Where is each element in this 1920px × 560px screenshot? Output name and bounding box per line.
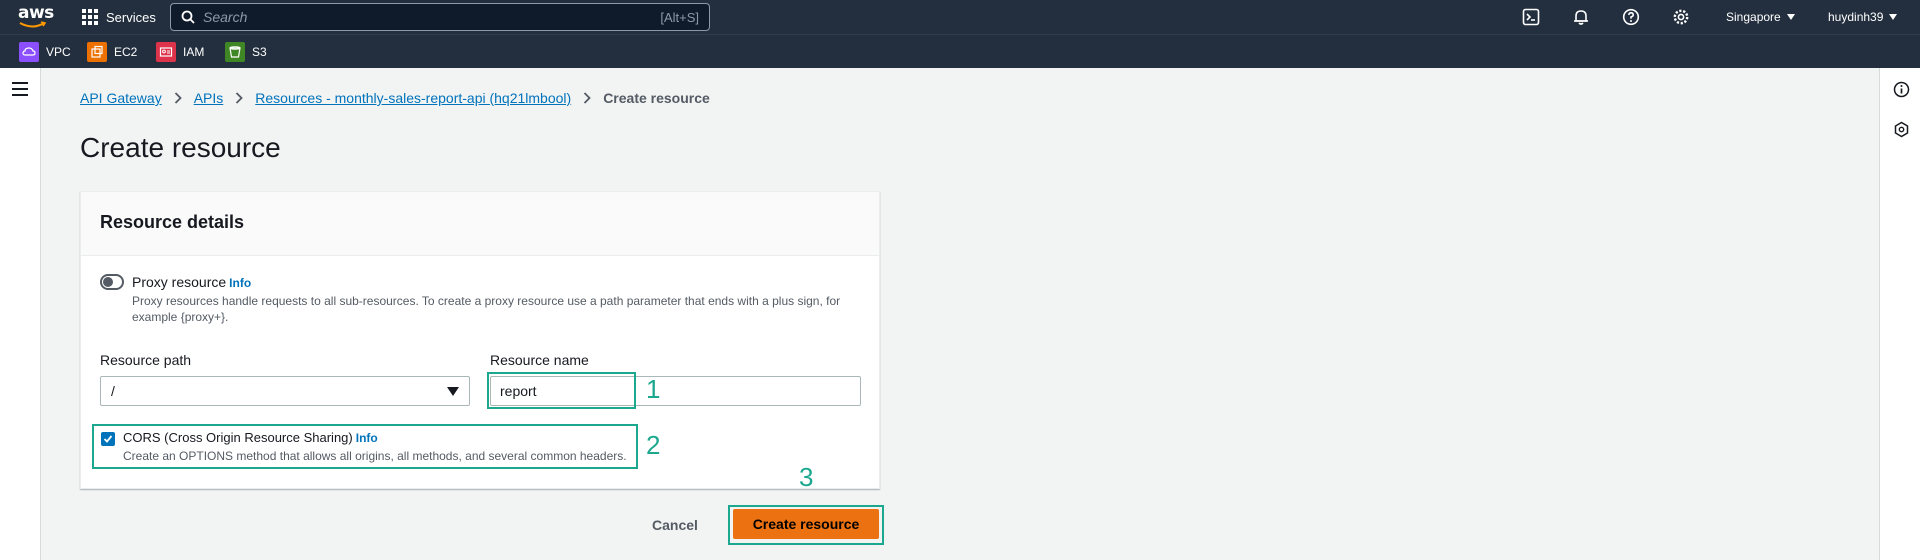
account-username: huydinh39 [1828,10,1884,24]
favorite-iam-label: IAM [183,45,205,59]
services-grid-icon [82,9,98,25]
favorite-vpc-label: VPC [46,45,71,59]
toggle-knob [103,277,113,287]
top-navigation: aws Services [Alt+S] Singapore huydin [0,0,1920,34]
resource-path-select[interactable]: / [100,376,470,406]
breadcrumb-chevron-icon [174,92,182,104]
menu-hamburger-icon[interactable] [12,82,28,96]
favorite-ec2-label: EC2 [114,45,138,59]
search-icon [181,10,195,24]
page-title: Create resource [80,132,281,163]
services-label: Services [106,9,156,25]
left-navigation-rail [0,68,41,560]
search-bar[interactable]: [Alt+S] [170,3,710,31]
aws-logo[interactable]: aws [18,3,54,31]
annotation-box-create-button [728,505,884,545]
breadcrumb-chevron-icon [583,92,591,104]
right-tools-rail [1879,68,1920,560]
breadcrumb-api-gateway-link[interactable]: API Gateway [80,90,162,106]
aws-logo-text: aws [18,3,54,23]
aws-smile-icon [19,21,47,28]
breadcrumb-apis-link[interactable]: APIs [194,90,224,106]
favorite-ec2[interactable]: EC2 [87,41,137,63]
annotation-number-3: 3 [799,462,814,492]
iam-icon [156,42,176,62]
favorite-s3-label: S3 [252,45,267,59]
region-caret-icon [1786,14,1795,20]
favorite-vpc[interactable]: VPC [19,41,71,63]
tools-hexagon-icon[interactable] [1892,120,1910,138]
search-shortcut-hint: [Alt+S] [660,9,699,25]
breadcrumb: API Gateway APIs Resources - monthly-sal… [80,90,710,106]
proxy-info-link[interactable]: Info [229,276,251,290]
favorites-bar: VPC EC2 IAM S3 [0,34,1920,68]
favorite-s3[interactable]: S3 [225,41,267,63]
s3-bucket-icon [225,42,245,62]
cancel-button[interactable]: Cancel [640,510,710,540]
info-panel-icon[interactable] [1892,80,1910,98]
proxy-resource-label: Proxy resource [132,274,227,290]
panel-header: Resource details [81,192,879,256]
search-input[interactable] [203,9,661,25]
resource-name-label: Resource name [490,352,589,368]
account-caret-icon [1889,14,1898,20]
account-menu[interactable]: huydinh39 [1828,0,1898,34]
proxy-resource-toggle[interactable] [100,274,124,290]
annotation-box-cors [92,424,638,469]
vpc-icon [19,42,39,62]
breadcrumb-chevron-icon [235,92,244,104]
annotation-box-resource-name [487,372,636,409]
proxy-resource-label-row: Proxy resource Info [132,274,251,290]
annotation-number-1: 1 [646,374,661,404]
breadcrumb-current: Create resource [603,90,710,106]
settings-gear-icon[interactable] [1671,7,1691,27]
breadcrumb-resources-link[interactable]: Resources - monthly-sales-report-api (hq… [255,90,571,106]
annotation-number-2: 2 [646,430,661,460]
services-menu-button[interactable]: Services [82,0,156,34]
favorite-iam[interactable]: IAM [156,41,204,63]
resource-path-label: Resource path [100,352,192,368]
panel-title: Resource details [100,212,245,232]
cloudshell-icon[interactable] [1521,7,1541,27]
dropdown-caret-icon [447,386,459,396]
proxy-resource-description: Proxy resources handle requests to all s… [132,294,841,324]
resource-path-value: / [111,383,115,399]
help-icon[interactable] [1621,7,1641,27]
region-label: Singapore [1726,10,1781,24]
ec2-icon [87,42,107,62]
region-selector[interactable]: Singapore [1726,0,1795,34]
notifications-bell-icon[interactable] [1571,7,1591,27]
